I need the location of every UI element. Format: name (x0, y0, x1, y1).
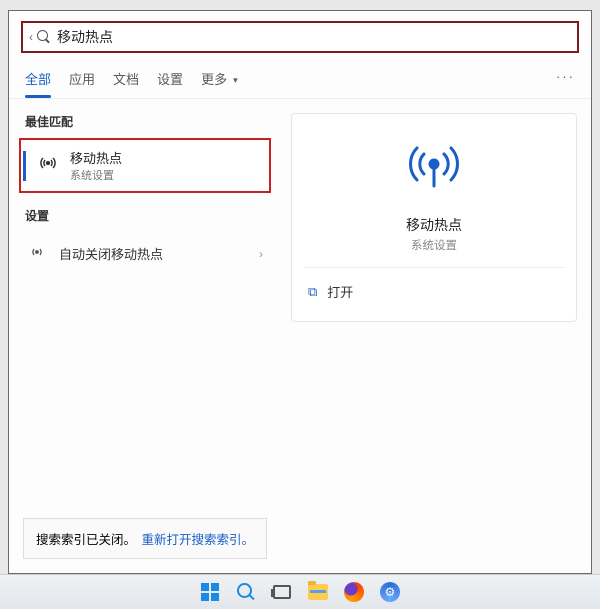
setting-auto-off-hotspot[interactable]: 自动关闭移动热点 › (9, 232, 281, 275)
tab-documents[interactable]: 文档 (113, 63, 139, 98)
selection-indicator (23, 151, 26, 181)
start-button[interactable] (197, 579, 223, 605)
search-window: ‹ 全部 应用 文档 设置 更多 ▾ ··· 最佳匹配 (8, 10, 592, 574)
reopen-index-link[interactable]: 重新打开搜索索引。 (141, 529, 254, 548)
best-match-title: 移动热点 (70, 148, 122, 167)
section-settings: 设置 (9, 193, 281, 232)
gear-icon (380, 582, 400, 602)
results-body: 最佳匹配 移动热点 系统设置 设置 (9, 99, 591, 573)
search-icon (237, 583, 255, 601)
settings-app[interactable] (377, 579, 403, 605)
preview-subtitle: 系统设置 (411, 237, 457, 253)
spacer (9, 275, 281, 518)
best-match-item[interactable]: 移动热点 系统设置 (19, 138, 271, 193)
best-match-text: 移动热点 系统设置 (70, 148, 122, 183)
windows-logo-icon (201, 583, 219, 601)
search-box[interactable]: ‹ (21, 21, 579, 53)
open-label: 打开 (327, 282, 353, 301)
chevron-right-icon: › (259, 247, 263, 261)
task-view[interactable] (269, 579, 295, 605)
index-status-text: 搜索索引已关闭。 (36, 529, 136, 548)
tab-more[interactable]: 更多 (201, 63, 227, 98)
preview-card: 移动热点 系统设置 ⧉ 打开 (291, 113, 577, 322)
open-icon: ⧉ (308, 284, 317, 300)
taskbar (0, 574, 600, 609)
best-match-subtitle: 系统设置 (70, 167, 122, 183)
search-bar-area: ‹ (9, 11, 591, 59)
back-chevron-icon[interactable]: ‹ (29, 30, 33, 44)
hotspot-icon-large (402, 136, 466, 205)
preview-pane: 移动热点 系统设置 ⧉ 打开 (281, 99, 591, 573)
taskview-icon (273, 585, 291, 599)
taskbar-search[interactable] (233, 579, 259, 605)
firefox[interactable] (341, 579, 367, 605)
tab-apps[interactable]: 应用 (69, 63, 95, 98)
folder-icon (308, 584, 328, 600)
tab-all[interactable]: 全部 (25, 63, 51, 98)
section-best-match: 最佳匹配 (9, 99, 281, 138)
results-list: 最佳匹配 移动热点 系统设置 设置 (9, 99, 281, 573)
overflow-menu[interactable]: ··· (556, 69, 575, 92)
divider (304, 267, 564, 268)
chevron-down-icon: ▾ (233, 75, 238, 86)
search-input[interactable] (57, 29, 571, 45)
file-explorer[interactable] (305, 579, 331, 605)
open-action[interactable]: ⧉ 打开 (304, 278, 357, 305)
setting-label: 自动关闭移动热点 (59, 244, 163, 263)
filter-tabs: 全部 应用 文档 设置 更多 ▾ ··· (9, 59, 591, 99)
firefox-icon (344, 582, 364, 602)
tab-settings[interactable]: 设置 (157, 63, 183, 98)
hotspot-icon (27, 242, 47, 265)
hotspot-icon (38, 153, 58, 178)
preview-title: 移动热点 (406, 215, 462, 235)
index-status-bar: 搜索索引已关闭。 重新打开搜索索引。 (23, 518, 267, 559)
search-icon (37, 30, 51, 44)
